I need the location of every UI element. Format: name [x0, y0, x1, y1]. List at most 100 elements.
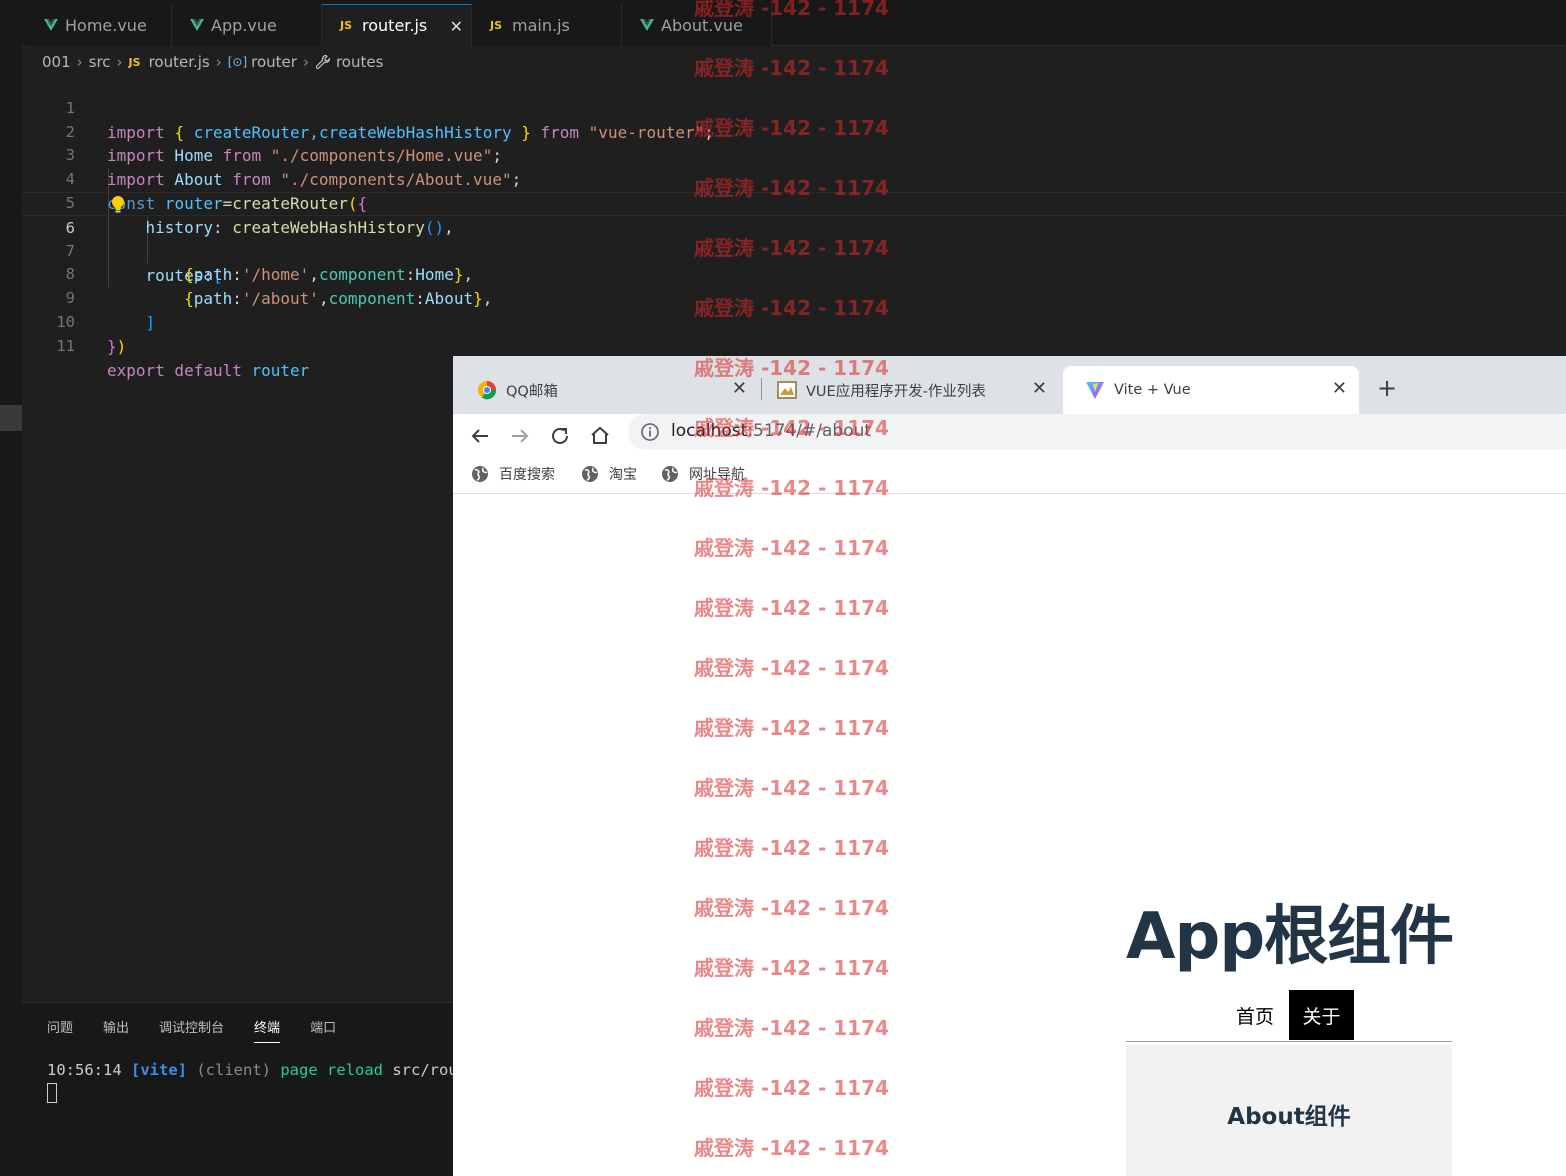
reload-icon[interactable] — [548, 424, 572, 448]
terminal-text: page — [271, 1061, 318, 1079]
breadcrumb-symbol[interactable]: router — [251, 53, 297, 71]
breadcrumb-file[interactable]: router.js — [149, 53, 210, 71]
bookmark-web-nav[interactable]: 网址导航 — [661, 464, 745, 484]
code-token: router — [241, 360, 310, 380]
bookmark-taobao[interactable]: 淘宝 — [581, 464, 637, 484]
bookmark-label: 百度搜索 — [499, 467, 555, 483]
terminal-time: 10:56:14 — [47, 1061, 131, 1079]
chevron-right-icon: › — [302, 53, 309, 71]
web-page-content: App根组件 首页 关于 About组件 — [453, 495, 1566, 1176]
code-line: 1 import { createRouter,createWebHashHis… — [22, 73, 1566, 142]
variable-symbol-icon: [⊙] — [227, 55, 248, 69]
panel-tab-debug-console[interactable]: 调试控制台 — [159, 1017, 224, 1043]
browser-tab-assignments[interactable]: VUE应用程序开发-作业列表 ✕ — [763, 366, 1059, 414]
bookmarks-bar: 百度搜索 淘宝 网址导航 — [453, 458, 1566, 494]
close-tab-icon[interactable]: ✕ — [1032, 378, 1047, 399]
code-line: 7 {path:'/home',component:Home}, — [22, 216, 1566, 285]
browser-tab-title: Vite + Vue — [1114, 382, 1191, 398]
forward-arrow-icon[interactable] — [508, 424, 532, 448]
js-file-icon: JS — [128, 55, 141, 69]
router-view-about: About组件 — [1126, 1045, 1452, 1176]
code-token: } — [107, 336, 117, 356]
close-tab-icon[interactable]: ✕ — [1332, 378, 1347, 399]
bookmark-label: 网址导航 — [689, 467, 745, 483]
about-component-heading: About组件 — [1227, 1104, 1351, 1130]
home-icon[interactable] — [588, 424, 612, 448]
close-tab-icon[interactable]: ✕ — [732, 378, 747, 399]
panel-tab-problems[interactable]: 问题 — [47, 1017, 73, 1043]
browser-tab-strip: QQ邮箱 ✕ VUE应用程序开发-作业列表 ✕ Vite + Vue ✕ + — [453, 356, 1566, 414]
terminal-output-line: 10:56:14 [vite] (client) page reload src… — [47, 1061, 467, 1079]
bookmark-baidu[interactable]: 百度搜索 — [471, 464, 555, 484]
url-host: localhost — [671, 421, 748, 441]
tab-router-js[interactable]: JS router.js ✕ — [322, 4, 472, 46]
qq-mail-favicon-icon — [478, 381, 497, 400]
terminal-client-tag: (client) — [187, 1061, 271, 1079]
globe-icon — [472, 466, 488, 482]
vue-file-icon — [640, 19, 654, 31]
browser-tab-title: QQ邮箱 — [506, 383, 558, 400]
url-path: :5174/#/about — [747, 421, 872, 441]
code-area[interactable]: 1 import { createRouter,createWebHashHis… — [22, 73, 1566, 380]
back-arrow-icon[interactable] — [468, 424, 492, 448]
tab-label: App.vue — [211, 15, 277, 35]
breadcrumb-folder[interactable]: 001 — [42, 53, 71, 71]
close-tab-icon[interactable]: ✕ — [450, 17, 463, 36]
breadcrumb-property[interactable]: routes — [336, 53, 383, 71]
wrench-icon — [315, 54, 331, 69]
new-tab-button[interactable]: + — [1377, 374, 1397, 402]
tab-divider — [761, 378, 762, 400]
code-line: 10 }) — [22, 287, 1566, 356]
tab-app-vue[interactable]: App.vue — [172, 4, 322, 46]
activity-bar-strip — [0, 0, 22, 1176]
nav-link-home[interactable]: 首页 — [1236, 1002, 1274, 1029]
page-favicon-icon — [777, 381, 797, 399]
code-line: 11 export default router — [22, 311, 1566, 380]
nav-link-about[interactable]: 关于 — [1289, 990, 1354, 1040]
breadcrumb-folder[interactable]: src — [89, 53, 111, 71]
address-bar[interactable]: localhost:5174/#/about — [628, 414, 1566, 450]
tab-main-js[interactable]: JS main.js — [472, 4, 622, 46]
code-token: export — [107, 360, 165, 380]
bottom-panel: 问题 输出 调试控制台 终端 端口 10:56:14 [vite] (clien… — [22, 1002, 467, 1176]
panel-tab-bar: 问题 输出 调试控制台 终端 端口 — [47, 1017, 366, 1043]
tab-label: main.js — [512, 15, 570, 35]
vite-favicon-icon — [1086, 382, 1104, 399]
terminal-cursor[interactable] — [47, 1083, 57, 1103]
breadcrumb: 001 › src › JS router.js › [⊙] router › … — [42, 52, 383, 72]
panel-tab-output[interactable]: 输出 — [103, 1017, 129, 1043]
code-line-current: 6 routes:[ — [22, 191, 1566, 285]
chevron-right-icon: › — [215, 53, 222, 71]
code-token: ) — [116, 336, 127, 356]
app-root-title: App根组件 — [1126, 900, 1454, 974]
code-line: 5 history: createWebHashHistory(), — [22, 168, 1566, 237]
lightbulb-icon[interactable] — [111, 195, 125, 215]
panel-tab-terminal[interactable]: 终端 — [254, 1017, 281, 1043]
browser-tab-title: VUE应用程序开发-作业列表 — [806, 383, 986, 400]
site-info-icon[interactable] — [640, 422, 660, 442]
panel-tab-ports[interactable]: 端口 — [310, 1017, 336, 1043]
globe-icon — [662, 466, 678, 482]
vue-file-icon — [44, 19, 58, 31]
router-nav: 首页 关于 — [1126, 990, 1452, 1042]
tab-about-vue[interactable]: About.vue — [622, 4, 772, 46]
url-text: localhost:5174/#/about — [671, 421, 871, 441]
browser-tab-qqmail[interactable]: QQ邮箱 ✕ — [453, 366, 759, 414]
code-line: 9 ] — [22, 263, 1566, 332]
tab-label: About.vue — [661, 15, 743, 35]
bookmark-label: 淘宝 — [609, 467, 637, 483]
editor-tab-bar: Home.vue App.vue JS router.js ✕ JS main.… — [22, 0, 1566, 46]
chevron-right-icon: › — [116, 53, 123, 71]
tab-home-vue[interactable]: Home.vue — [26, 4, 172, 46]
terminal-text: reload — [317, 1061, 383, 1079]
code-line: 2 import Home from "./components/Home.vu… — [22, 97, 1566, 166]
js-file-icon: JS — [340, 19, 353, 32]
js-file-icon: JS — [490, 18, 503, 32]
code-line: 4 const router=createRouter({ — [22, 144, 1566, 213]
vue-file-icon — [190, 19, 204, 31]
browser-tab-vite-vue[interactable]: Vite + Vue ✕ — [1063, 366, 1359, 414]
tab-label: router.js — [362, 16, 428, 35]
chevron-right-icon: › — [76, 53, 83, 71]
terminal-vite-tag: [vite] — [131, 1061, 187, 1079]
activity-bar-marker — [0, 405, 22, 431]
